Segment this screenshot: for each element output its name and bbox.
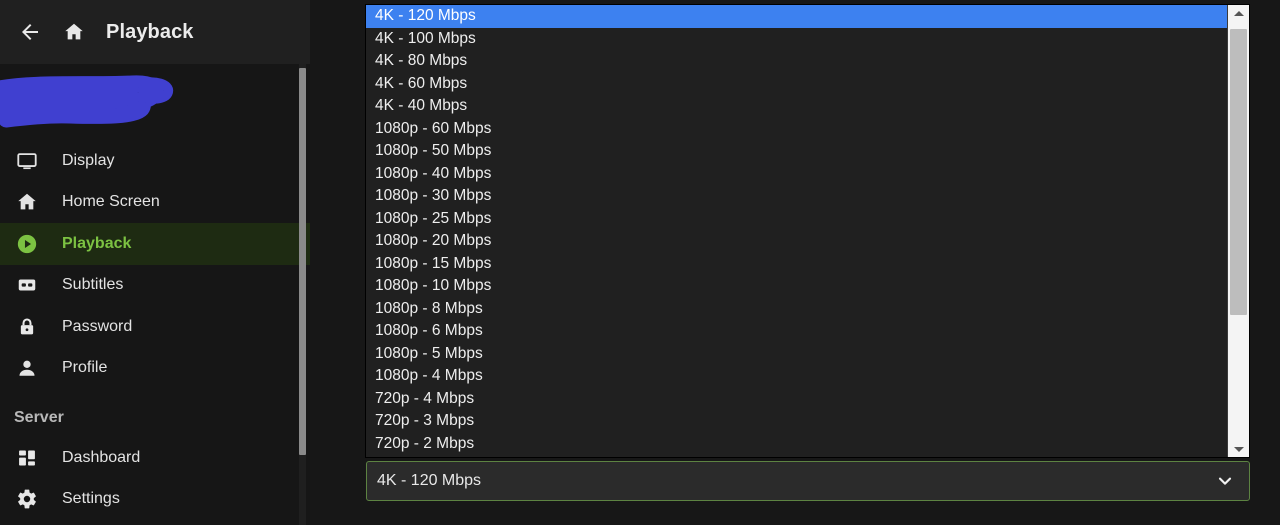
dropdown-option[interactable]: 4K - 80 Mbps [366,50,1228,73]
sidebar-nav: Display Home Screen Playback Subtitles P… [0,140,310,389]
dropdown-option[interactable]: 1080p - 20 Mbps [366,230,1228,253]
sidebar-item-display[interactable]: Display [0,140,310,182]
redaction-scribble [0,75,174,128]
sidebar-item-home-screen[interactable]: Home Screen [0,182,310,224]
lock-icon [14,314,40,340]
sidebar-item-label: Playback [62,234,132,252]
dropdown-option[interactable]: 1080p - 8 Mbps [366,298,1228,321]
dropdown-scrollbar[interactable] [1227,5,1249,457]
dropdown-scrollbar-thumb[interactable] [1230,29,1247,315]
sidebar-item-settings[interactable]: Settings [0,479,310,521]
sidebar-item-label: Dashboard [62,448,141,466]
scroll-down-arrow-icon[interactable] [1228,441,1249,457]
gear-icon [14,486,40,512]
dropdown-option[interactable]: 1080p - 25 Mbps [366,208,1228,231]
sidebar-scrollbar-thumb[interactable] [299,68,306,455]
dropdown-option[interactable]: 1080p - 60 Mbps [366,118,1228,141]
dropdown-option[interactable]: 720p - 4 Mbps [366,388,1228,411]
dropdown-option[interactable]: 1080p - 50 Mbps [366,140,1228,163]
bitrate-dropdown-popup: 4K - 120 Mbps 4K - 100 Mbps 4K - 80 Mbps… [365,4,1250,458]
home-button[interactable] [52,10,96,54]
logo-area [0,64,310,140]
main-content: 4K - 120 Mbps 4K - 100 Mbps 4K - 80 Mbps… [310,0,1280,525]
sidebar-section-server: Server [14,409,64,426]
dropdown-option[interactable]: 4K - 40 Mbps [366,95,1228,118]
sidebar-item-subtitles[interactable]: Subtitles [0,265,310,307]
home-icon [14,189,40,215]
sidebar-item-label: Home Screen [62,193,160,211]
sidebar-item-label: Profile [62,359,108,377]
sidebar-item-password[interactable]: Password [0,306,310,348]
back-button[interactable] [8,10,52,54]
dropdown-option[interactable]: 1080p - 40 Mbps [366,163,1228,186]
person-icon [14,355,40,381]
monitor-icon [14,148,40,174]
dropdown-option[interactable]: 1080p - 15 Mbps [366,253,1228,276]
bitrate-select[interactable]: 4K - 120 Mbps [366,461,1250,501]
home-icon [65,23,83,40]
grid-icon [14,445,40,471]
sidebar-item-dashboard[interactable]: Dashboard [0,437,310,479]
dropdown-option[interactable]: 720p - 3 Mbps [366,410,1228,433]
closed-caption-icon [14,272,40,298]
play-circle-icon [14,231,40,257]
dropdown-option[interactable]: 1080p - 4 Mbps [366,365,1228,388]
dropdown-option[interactable]: 1080p - 6 Mbps [366,320,1228,343]
dropdown-option[interactable]: 1080p - 30 Mbps [366,185,1228,208]
sidebar-item-label: Settings [62,490,120,508]
dropdown-option[interactable]: 720p - 2 Mbps [366,433,1228,456]
bitrate-select-value: 4K - 120 Mbps [377,472,482,489]
back-arrow-icon [22,24,38,40]
sidebar-item-label: Password [62,317,133,335]
dropdown-option[interactable]: 1080p - 5 Mbps [366,343,1228,366]
app-window: Playback Display Home Screen Playback Su… [0,0,1280,525]
dropdown-option[interactable]: 4K - 120 Mbps [366,5,1228,28]
dropdown-option[interactable]: 4K - 60 Mbps [366,73,1228,96]
bitrate-option-list: 4K - 120 Mbps 4K - 100 Mbps 4K - 80 Mbps… [366,5,1228,455]
sidebar-nav-server: Dashboard Settings [0,437,310,520]
page-title: Playback [106,20,194,43]
dropdown-option[interactable]: 1080p - 10 Mbps [366,275,1228,298]
top-bar: Playback [0,0,310,64]
dropdown-option[interactable]: 4K - 100 Mbps [366,28,1228,51]
scroll-up-arrow-icon[interactable] [1228,5,1249,21]
sidebar-body: Display Home Screen Playback Subtitles P… [0,64,310,525]
sidebar-item-label: Display [62,151,115,169]
sidebar-item-playback[interactable]: Playback [0,223,310,265]
sidebar-item-label: Subtitles [62,276,124,294]
chevron-down-icon [1215,471,1235,491]
sidebar: Playback Display Home Screen Playback Su… [0,0,310,525]
sidebar-item-profile[interactable]: Profile [0,348,310,390]
